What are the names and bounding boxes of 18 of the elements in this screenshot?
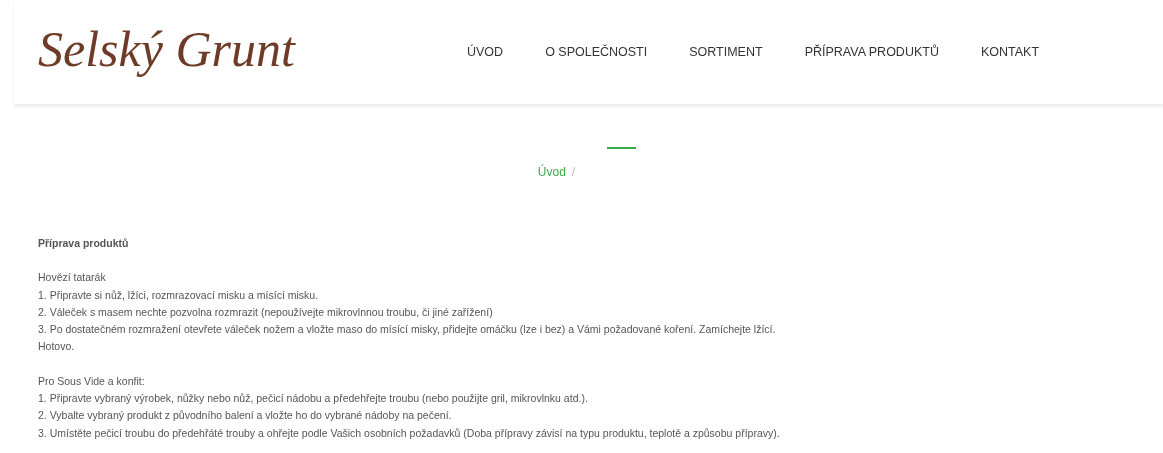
nav-link[interactable]: ÚVOD <box>446 45 525 59</box>
nav-link[interactable]: SORTIMENT <box>668 45 784 59</box>
instruction-line: 1. Připravte vybraný výrobek, nůžky nebo nůž, pečicí nádobu a předehřejte troubu (nebo použijte gril, mikrovlnku atd.). <box>38 391 589 407</box>
nav-link[interactable]: PŘÍPRAVA PRODUKTŮ <box>783 45 960 59</box>
accent-line <box>607 147 636 149</box>
nav-link[interactable]: KONTAKT <box>959 45 1061 59</box>
instruction-line: 1. Připravte si nůž, lžíci, rozmrazovací misku a mísící misku. <box>38 287 320 303</box>
instruction-line: 2. Váleček s masem nechte pozvolna rozmrazit (nepoužívejte mikrovlnnou troubu, či jiné zařížení) <box>38 304 494 320</box>
page-heading: Příprava produktů <box>38 236 130 251</box>
section-title: Hovězí tatarák <box>38 270 107 286</box>
nav-link[interactable]: O SPOLEČNOSTI <box>524 45 669 59</box>
instruction-line: Hotovo. <box>38 339 76 355</box>
breadcrumb-separator: / <box>571 165 576 179</box>
instruction-line: 2. Vybalte vybraný produkt z původního balení a vložte ho do vybrané nádoby na pečení. <box>38 408 453 424</box>
site-logo[interactable]: Selský Grunt <box>38 20 438 78</box>
instruction-line: 3. Umístěte pečicí troubu do předehřáté trouby a ohřejte podle Vašich osobních požadavků (Doba přípravy závisí na typu produktu, teplotě a způsobu přípravy). <box>38 425 781 441</box>
section-title: Pro Sous Vide a konfit: <box>38 373 146 389</box>
instruction-line: 3. Po dostatečném rozmražení otevřete váleček nožem a vložte maso do mísící misky, přidejte omáčku (lze i bez) a Vámi požadované koření. Zamíchejte lžící. <box>38 322 777 338</box>
